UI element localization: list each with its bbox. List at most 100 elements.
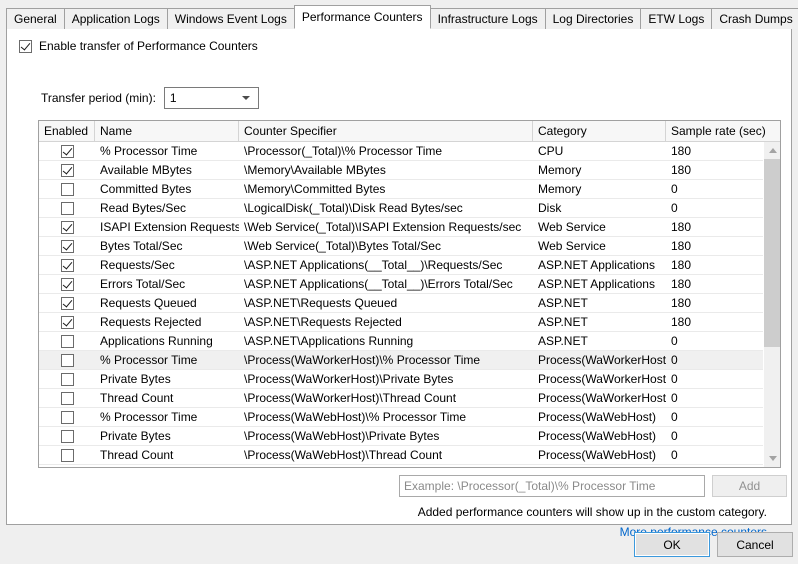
row-enabled-checkbox[interactable] <box>60 258 74 272</box>
table-row[interactable]: Private Bytes \Process(WaWorkerHost)\Priv… <box>39 370 780 389</box>
table-row[interactable]: Read Bytes/Sec \LogicalDisk(_Total)\Disk … <box>39 199 780 218</box>
table-row[interactable]: Thread Count \Process(WaWorkerHost)\Threa… <box>39 389 780 408</box>
ok-button[interactable]: OK <box>634 532 710 557</box>
row-enabled-checkbox[interactable] <box>60 144 74 158</box>
row-enabled-cell <box>39 218 95 236</box>
row-enabled-checkbox[interactable] <box>60 372 74 386</box>
row-enabled-checkbox[interactable] <box>60 334 74 348</box>
table-row[interactable]: Requests/Sec \ASP.NET Applications(__Tota… <box>39 256 780 275</box>
row-specifier-cell: \LogicalDisk(_Total)\Disk Read Bytes/sec <box>244 201 463 215</box>
table-row[interactable]: Thread Count \Process(WaWebHost)\Thread C… <box>39 446 780 465</box>
column-header-enabled[interactable]: Enabled <box>39 121 95 141</box>
row-category-cell: ASP.NET <box>538 315 588 329</box>
row-enabled-cell <box>39 142 95 160</box>
table-row[interactable]: Applications Running \ASP.NET\Application… <box>39 332 780 351</box>
row-enabled-checkbox[interactable] <box>60 163 74 177</box>
tab-performance-counters[interactable]: Performance Counters <box>293 5 431 29</box>
table-row[interactable]: % Processor Time\Process(IISExpress)\% P… <box>39 465 780 467</box>
tab-application-logs[interactable]: Application Logs <box>63 8 168 29</box>
tab-infrastructure-logs[interactable]: Infrastructure Logs <box>429 8 546 29</box>
row-specifier-cell: \ASP.NET Applications(__Total__)\Errors … <box>244 277 513 291</box>
scroll-up-button[interactable] <box>764 142 780 159</box>
row-rate-cell: 180 <box>671 315 692 329</box>
table-row[interactable]: Requests Rejected \ASP.NET\Requests Rejec… <box>39 313 780 332</box>
row-category-cell: ASP.NET <box>538 334 588 348</box>
scroll-down-button[interactable] <box>764 450 780 467</box>
enable-transfer-checkbox[interactable] <box>19 39 32 53</box>
row-name-cell: Available MBytes <box>100 163 192 177</box>
add-button[interactable]: Add <box>712 475 787 497</box>
row-specifier-cell: \Process(WaWebHost)\Private Bytes <box>244 429 440 443</box>
table-row[interactable]: Committed Bytes \Memory\Committed Bytes Me… <box>39 180 780 199</box>
enable-transfer-row[interactable]: Enable transfer of Performance Counters <box>19 39 258 53</box>
table-row[interactable]: Requests Queued \ASP.NET\Requests Queued A… <box>39 294 780 313</box>
tab-log-directories[interactable]: Log Directories <box>544 8 642 29</box>
table-row[interactable]: ISAPI Extension Requests/... \Web Service… <box>39 218 780 237</box>
table-row[interactable]: Bytes Total/Sec \Web Service(_Total)\Byte… <box>39 237 780 256</box>
row-category-cell: Web Service <box>538 220 606 234</box>
row-specifier-cell: \Process(WaWorkerHost)\Private Bytes <box>244 372 454 386</box>
row-rate-cell: 0 <box>671 353 678 367</box>
table-row[interactable]: Private Bytes \Process(WaWebHost)\Private… <box>39 427 780 446</box>
row-name-cell: % Processor Time <box>95 465 239 467</box>
row-rate-cell: 0 <box>671 391 678 405</box>
table-row[interactable]: % Processor Time \Process(WaWebHost)\% Pr… <box>39 408 780 427</box>
row-specifier-cell: \Web Service(_Total)\Bytes Total/Sec <box>244 239 441 253</box>
table-row[interactable]: Errors Total/Sec \ASP.NET Applications(__… <box>39 275 780 294</box>
row-enabled-checkbox[interactable] <box>60 239 74 253</box>
row-specifier-cell: \Process(WaWorkerHost)\% Processor Time <box>244 353 481 367</box>
row-specifier-cell: \Processor(_Total)\% Processor Time <box>244 144 443 158</box>
tab-crash-dumps[interactable]: Crash Dumps <box>711 8 798 29</box>
tab-general[interactable]: General <box>6 8 65 29</box>
column-header-rate[interactable]: Sample rate (sec) <box>666 121 765 141</box>
row-rate-cell: 0 <box>666 465 765 467</box>
row-enabled-checkbox[interactable] <box>60 220 74 234</box>
grid-vertical-scrollbar[interactable] <box>763 142 780 467</box>
transfer-period-label: Transfer period (min): <box>41 91 156 105</box>
scrollbar-thumb[interactable] <box>764 159 780 347</box>
transfer-period-select[interactable]: 1 <box>163 87 259 109</box>
column-header-category[interactable]: Category <box>533 121 666 141</box>
add-counter-row: Add <box>399 475 787 497</box>
cancel-button[interactable]: Cancel <box>717 532 793 557</box>
tab-etw-logs[interactable]: ETW Logs <box>640 8 713 29</box>
row-category-cell: Memory <box>538 182 582 196</box>
row-enabled-cell <box>39 465 95 467</box>
row-name-cell: Applications Running <box>100 334 213 348</box>
row-enabled-cell <box>39 275 95 293</box>
row-category-cell: Process(WaWorkerHost) <box>538 391 666 405</box>
table-row[interactable]: Available MBytes \Memory\Available MBytes… <box>39 161 780 180</box>
column-header-specifier[interactable]: Counter Specifier <box>239 121 533 141</box>
counter-specifier-input[interactable] <box>399 475 705 497</box>
row-enabled-cell <box>39 294 95 312</box>
column-header-name[interactable]: Name <box>95 121 239 141</box>
row-name-cell: Read Bytes/Sec <box>100 201 187 215</box>
row-category-cell: Process(IISExpress) <box>533 465 666 467</box>
row-enabled-checkbox[interactable] <box>60 277 74 291</box>
row-enabled-checkbox[interactable] <box>60 201 74 215</box>
table-row[interactable]: % Processor Time \Processor(_Total)\% Pro… <box>39 142 780 161</box>
row-category-cell: Process(WaWorkerHost) <box>538 372 666 386</box>
row-enabled-checkbox[interactable] <box>60 410 74 424</box>
row-enabled-checkbox[interactable] <box>60 315 74 329</box>
row-specifier-cell: \ASP.NET\Requests Queued <box>244 296 398 310</box>
row-enabled-checkbox[interactable] <box>60 391 74 405</box>
row-rate-cell: 180 <box>671 258 692 272</box>
row-enabled-checkbox[interactable] <box>60 429 74 443</box>
row-name-cell: % Processor Time <box>100 353 198 367</box>
row-name-cell: Private Bytes <box>100 429 171 443</box>
row-enabled-checkbox[interactable] <box>60 296 74 310</box>
row-specifier-cell: \Process(WaWebHost)\% Processor Time <box>244 410 467 424</box>
tab-windows-event-logs[interactable]: Windows Event Logs <box>166 8 295 29</box>
row-specifier-cell: \Process(IISExpress)\% Processor Time <box>239 465 533 467</box>
row-enabled-checkbox[interactable] <box>60 448 74 462</box>
grid-body: % Processor Time \Processor(_Total)\% Pro… <box>39 142 780 467</box>
chevron-down-icon <box>241 96 250 100</box>
add-counter-hint: Added performance counters will show up … <box>417 505 767 519</box>
row-category-cell: ASP.NET <box>538 296 588 310</box>
row-enabled-checkbox[interactable] <box>60 353 74 367</box>
row-enabled-checkbox[interactable] <box>60 182 74 196</box>
row-rate-cell: 180 <box>671 296 692 310</box>
table-row[interactable]: % Processor Time \Process(WaWorkerHost)\%… <box>39 351 780 370</box>
grid-header-row: Enabled Name Counter Specifier Category … <box>39 121 780 142</box>
